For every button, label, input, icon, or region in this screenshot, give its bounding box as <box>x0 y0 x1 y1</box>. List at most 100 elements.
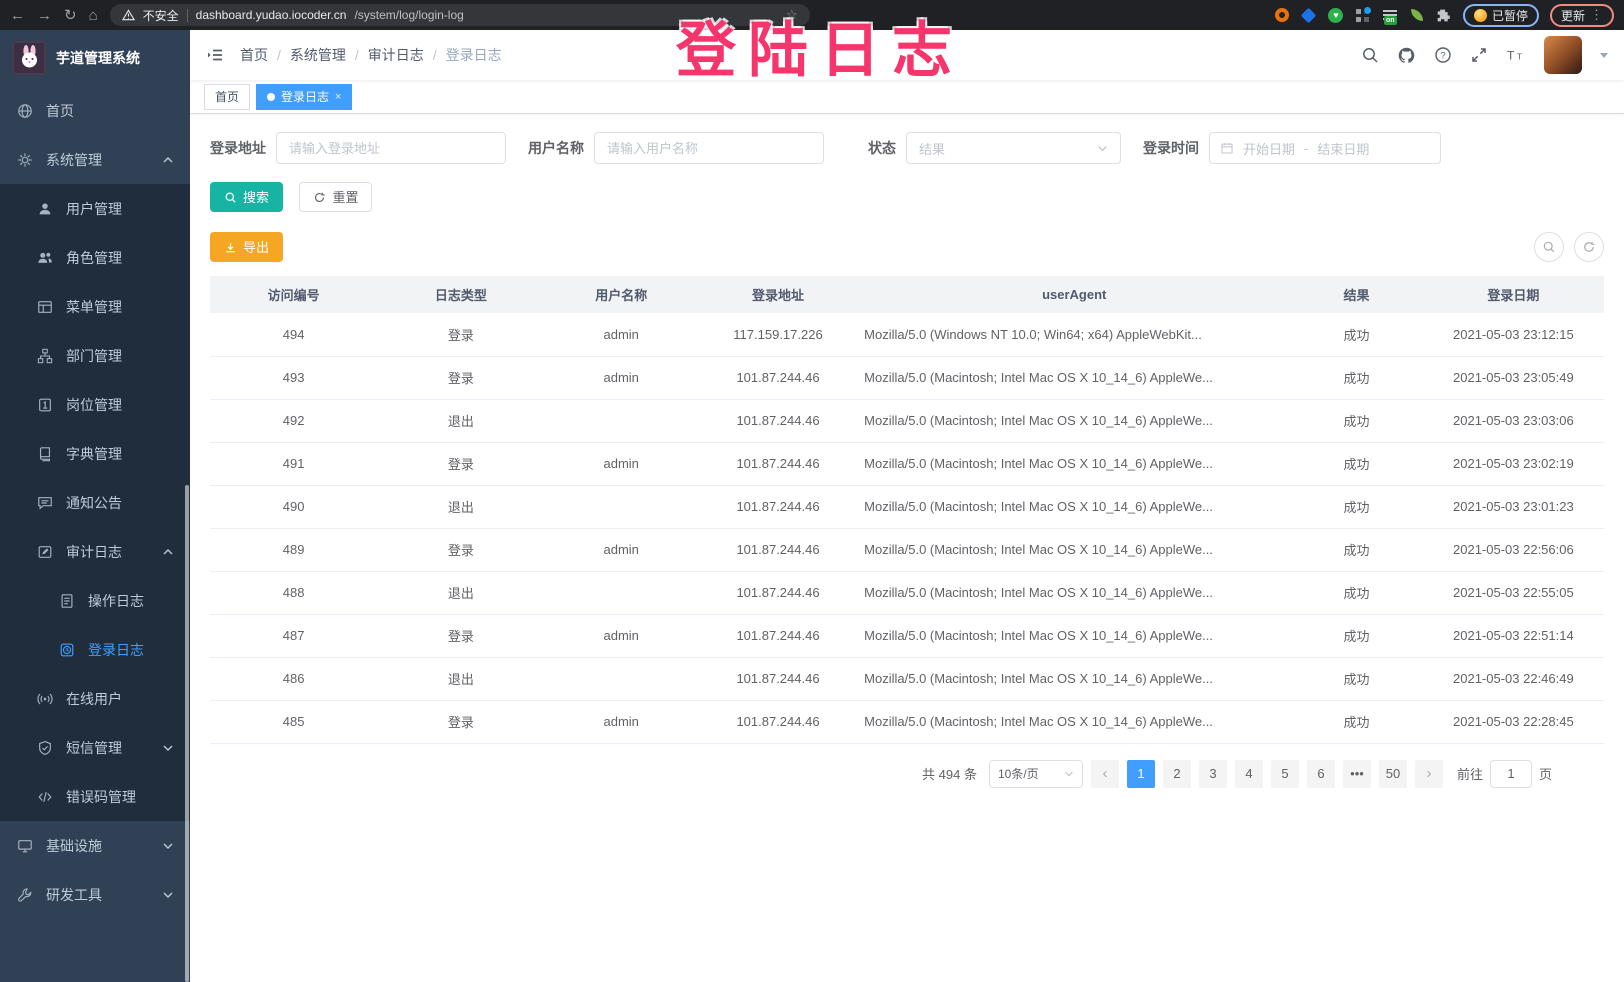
table-cell: 2021-05-03 22:51:14 <box>1423 614 1604 657</box>
sidebar-item-online-user[interactable]: 在线用户 <box>0 674 190 723</box>
goto-page-input[interactable] <box>1490 760 1532 788</box>
page-button-50[interactable]: 50 <box>1379 760 1407 788</box>
kebab-menu-icon[interactable]: ⋮ <box>1590 7 1603 23</box>
sidebar-item-login-log[interactable]: 登录日志 <box>0 625 190 674</box>
paused-extension-badge[interactable]: 已暂停 <box>1463 4 1539 27</box>
page-button-1[interactable]: 1 <box>1127 760 1155 788</box>
sidebar-item-infrastructure[interactable]: 基础设施 <box>0 821 190 870</box>
sidebar-item-audit-log[interactable]: 审计日志 <box>0 527 190 576</box>
tab-登录日志[interactable]: 登录日志× <box>256 84 352 110</box>
sidebar-item-post-management[interactable]: 岗位管理 <box>0 380 190 429</box>
github-icon[interactable] <box>1397 46 1416 65</box>
breadcrumb-item[interactable]: 首页 <box>240 45 268 65</box>
table-cell: 登录 <box>377 614 544 657</box>
page-size-select[interactable]: 10条/页 <box>989 760 1083 788</box>
browser-home-icon[interactable]: ⌂ <box>89 8 98 23</box>
end-date-placeholder: 结束日期 <box>1317 139 1369 158</box>
security-warning-icon[interactable] <box>122 9 135 21</box>
sidebar-item-label: 用户管理 <box>66 199 122 219</box>
avatar-caret-icon[interactable] <box>1600 53 1608 58</box>
browser-reload-icon[interactable]: ↻ <box>64 8 77 23</box>
page-button-4[interactable]: 4 <box>1235 760 1263 788</box>
refresh-icon[interactable] <box>1574 232 1604 262</box>
toggle-search-icon[interactable] <box>1534 232 1564 262</box>
next-page-button[interactable]: › <box>1415 760 1443 788</box>
page-button-6[interactable]: 6 <box>1307 760 1335 788</box>
table-row[interactable]: 487登录admin101.87.244.46Mozilla/5.0 (Maci… <box>210 614 1604 657</box>
sidebar-item-error-code-management[interactable]: 错误码管理 <box>0 772 190 821</box>
table-row[interactable]: 486退出101.87.244.46Mozilla/5.0 (Macintosh… <box>210 657 1604 700</box>
sidebar-item-user-management[interactable]: 用户管理 <box>0 184 190 233</box>
column-header[interactable]: userAgent <box>858 276 1290 313</box>
sidebar-item-system-management[interactable]: 系统管理 <box>0 135 190 184</box>
table-cell: Mozilla/5.0 (Macintosh; Intel Mac OS X 1… <box>858 614 1290 657</box>
table-row[interactable]: 489登录admin101.87.244.46Mozilla/5.0 (Maci… <box>210 528 1604 571</box>
column-header[interactable]: 结果 <box>1290 276 1422 313</box>
extension-leaf-icon[interactable] <box>1409 7 1425 23</box>
page-button-2[interactable]: 2 <box>1163 760 1191 788</box>
table-toolbar: 导出 <box>210 232 1604 262</box>
page-button-5[interactable]: 5 <box>1271 760 1299 788</box>
sidebar-item-operation-log[interactable]: 操作日志 <box>0 576 190 625</box>
user-icon <box>36 200 54 218</box>
browser-back-icon[interactable]: ← <box>10 8 25 23</box>
search-icon[interactable] <box>1361 46 1379 64</box>
tab-首页[interactable]: 首页 <box>204 84 250 110</box>
bookmark-star-icon[interactable]: ☆ <box>786 7 798 23</box>
table-row[interactable]: 490退出101.87.244.46Mozilla/5.0 (Macintosh… <box>210 485 1604 528</box>
column-header[interactable]: 访问编号 <box>210 276 377 313</box>
column-header[interactable]: 登录地址 <box>698 276 858 313</box>
table-row[interactable]: 488退出101.87.244.46Mozilla/5.0 (Macintosh… <box>210 571 1604 614</box>
table-row[interactable]: 492退出101.87.244.46Mozilla/5.0 (Macintosh… <box>210 399 1604 442</box>
extension-orange-icon[interactable] <box>1274 7 1290 23</box>
prev-page-button[interactable]: ‹ <box>1091 760 1119 788</box>
sidebar-item-role-management[interactable]: 角色管理 <box>0 233 190 282</box>
extensions-puzzle-icon[interactable] <box>1436 7 1452 23</box>
hamburger-icon[interactable] <box>206 46 224 64</box>
browser-address-bar[interactable]: 不安全 dashboard.yudao.iocoder.cn/system/lo… <box>110 4 810 26</box>
help-icon[interactable]: ? <box>1434 46 1452 64</box>
sidebar-item-home[interactable]: 首页 <box>0 86 190 135</box>
extension-gem-icon[interactable] <box>1301 7 1317 23</box>
breadcrumb-item[interactable]: 系统管理 <box>290 45 346 65</box>
fullscreen-icon[interactable] <box>1470 46 1488 64</box>
sidebar-item-label: 岗位管理 <box>66 395 122 415</box>
security-warning-label[interactable]: 不安全 <box>143 7 179 24</box>
page-button-3[interactable]: 3 <box>1199 760 1227 788</box>
sidebar-item-dept-management[interactable]: 部门管理 <box>0 331 190 380</box>
column-header[interactable]: 用户名称 <box>545 276 698 313</box>
export-button[interactable]: 导出 <box>210 232 283 262</box>
sidebar-scrollbar[interactable] <box>185 485 189 982</box>
table-row[interactable]: 494登录admin117.159.17.226Mozilla/5.0 (Win… <box>210 313 1604 356</box>
font-size-icon[interactable]: TT <box>1506 46 1526 64</box>
sidebar-item-notice-announcement[interactable]: 通知公告 <box>0 478 190 527</box>
browser-forward-icon[interactable]: → <box>37 8 52 23</box>
sidebar-item-dict-management[interactable]: 字典管理 <box>0 429 190 478</box>
column-header[interactable]: 日志类型 <box>377 276 544 313</box>
column-header[interactable]: 登录日期 <box>1423 276 1604 313</box>
extension-list-on-icon[interactable]: on <box>1382 7 1398 23</box>
page-size-label: 10条/页 <box>998 765 1039 782</box>
table-row[interactable]: 493登录admin101.87.244.46Mozilla/5.0 (Maci… <box>210 356 1604 399</box>
login-address-input[interactable] <box>276 132 506 164</box>
extension-grid-icon[interactable] <box>1355 7 1371 23</box>
breadcrumb-item[interactable]: 审计日志 <box>368 45 424 65</box>
username-input[interactable] <box>594 132 824 164</box>
sidebar-item-sms-management[interactable]: 短信管理 <box>0 723 190 772</box>
sidebar-item-dev-tools[interactable]: 研发工具 <box>0 870 190 919</box>
reset-button[interactable]: 重置 <box>299 182 372 212</box>
status-label: 状态 <box>868 138 896 158</box>
browser-update-button[interactable]: 更新 ⋮ <box>1550 4 1614 27</box>
status-select[interactable]: 结果 <box>906 132 1121 164</box>
sidebar-logo[interactable]: 芋道管理系统 <box>0 30 190 86</box>
table-row[interactable]: 485登录admin101.87.244.46Mozilla/5.0 (Maci… <box>210 700 1604 743</box>
table-cell: 成功 <box>1290 528 1422 571</box>
extension-green-heart-icon[interactable]: ♥ <box>1328 7 1344 23</box>
search-button[interactable]: 搜索 <box>210 182 283 212</box>
sidebar-item-menu-management[interactable]: 菜单管理 <box>0 282 190 331</box>
close-icon[interactable]: × <box>335 91 341 103</box>
user-avatar[interactable] <box>1544 36 1582 74</box>
page-button-•••[interactable]: ••• <box>1343 760 1371 788</box>
table-row[interactable]: 491登录admin101.87.244.46Mozilla/5.0 (Maci… <box>210 442 1604 485</box>
login-time-range-picker[interactable]: 开始日期 - 结束日期 <box>1209 132 1441 164</box>
